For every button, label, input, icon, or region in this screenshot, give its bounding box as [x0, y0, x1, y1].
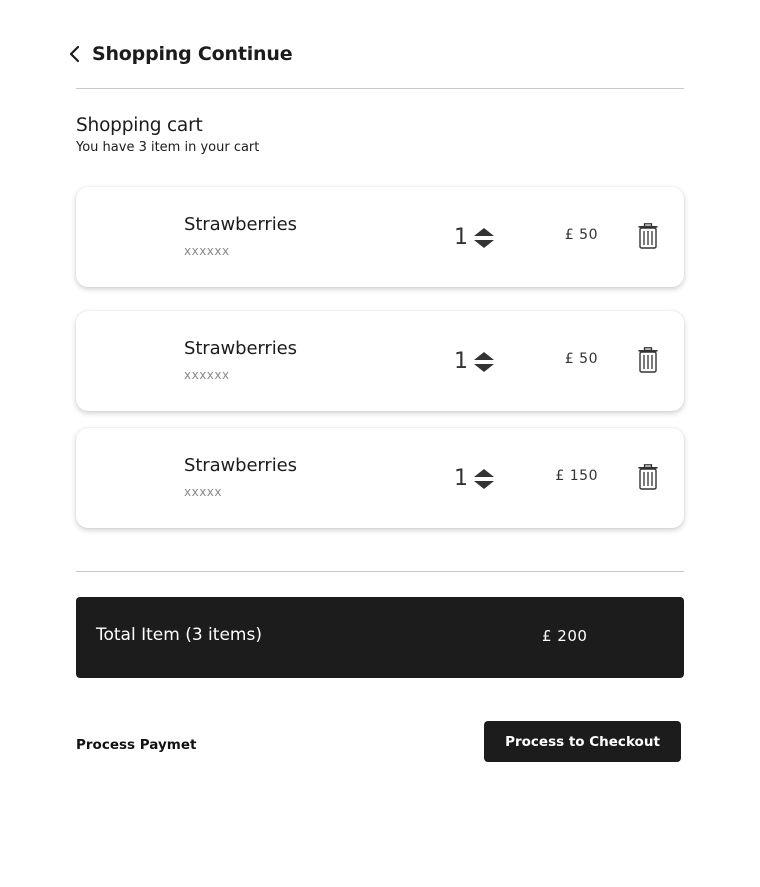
stepper-arrows-icon[interactable] — [473, 351, 495, 373]
process-payment-label: Process Paymet — [76, 737, 197, 753]
cart-title: Shopping cart — [76, 115, 203, 136]
item-description: xxxxxx — [184, 368, 230, 382]
stepper-arrows-icon[interactable] — [473, 468, 495, 490]
item-quantity: 1 — [454, 466, 468, 491]
back-link-label: Shopping Continue — [92, 43, 293, 65]
item-quantity: 1 — [454, 349, 468, 374]
total-summary-bar: Total Item (3 items) £ 200 — [76, 597, 684, 678]
summary-divider — [76, 571, 684, 572]
total-amount: £ 200 — [542, 627, 588, 645]
item-name: Strawberries — [184, 455, 297, 476]
cart-item: Strawberries xxxxxx 1 £ 50 — [76, 311, 684, 411]
item-name: Strawberries — [184, 338, 297, 359]
total-items-label: Total Item (3 items) — [96, 625, 262, 645]
cart-subtitle: You have 3 item in your cart — [76, 140, 260, 155]
item-quantity: 1 — [454, 225, 468, 250]
item-price: £ 50 — [564, 351, 598, 367]
shopping-cart-page: Shopping Continue Shopping cart You have… — [0, 0, 760, 887]
checkout-button[interactable]: Process to Checkout — [484, 721, 681, 762]
item-description: xxxxx — [184, 485, 223, 499]
cart-item: Strawberries xxxxx 1 £ 150 — [76, 428, 684, 528]
back-link[interactable]: Shopping Continue — [68, 40, 293, 68]
chevron-left-icon — [68, 45, 82, 63]
trash-icon[interactable] — [638, 223, 658, 249]
trash-icon[interactable] — [638, 464, 658, 490]
item-price: £ 150 — [555, 468, 598, 484]
cart-item: Strawberries xxxxxx 1 £ 50 — [76, 187, 684, 287]
trash-icon[interactable] — [638, 347, 658, 373]
item-description: xxxxxx — [184, 244, 230, 258]
stepper-arrows-icon[interactable] — [473, 227, 495, 249]
header-divider — [76, 88, 684, 89]
item-name: Strawberries — [184, 214, 297, 235]
item-price: £ 50 — [564, 227, 598, 243]
